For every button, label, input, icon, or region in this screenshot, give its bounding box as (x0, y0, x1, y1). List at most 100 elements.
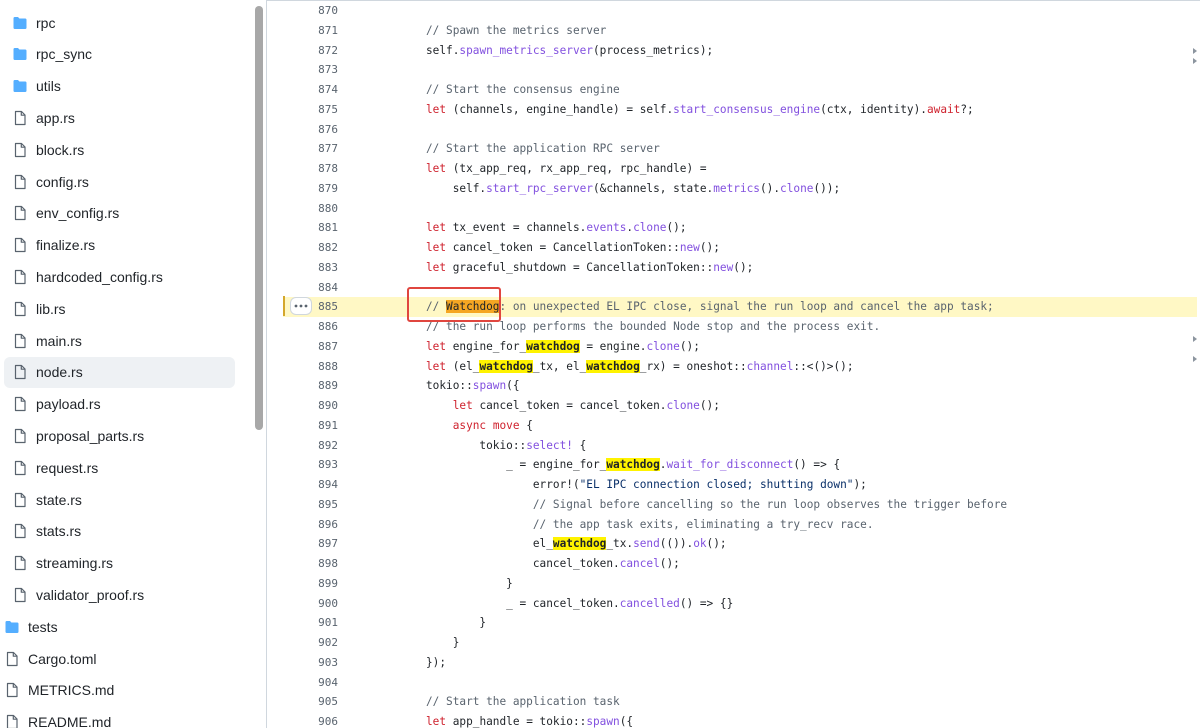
file-icon (12, 142, 28, 158)
file-item-metrics-md[interactable]: METRICS.md (0, 675, 235, 706)
line-code: tokio::select! { (426, 438, 587, 452)
line-number[interactable]: 876 (283, 120, 338, 140)
code-line: 894 error!("EL IPC connection closed; sh… (283, 475, 1197, 495)
tree-item-label: state.rs (36, 491, 82, 508)
file-icon (4, 714, 20, 728)
code-line: 877 // Start the application RPC server (283, 139, 1197, 159)
line-number[interactable]: 884 (283, 278, 338, 298)
line-number[interactable]: 895 (283, 495, 338, 515)
folder-item-rpc-sync[interactable]: rpc_sync (4, 39, 235, 70)
tree-item-label: validator_proof.rs (36, 586, 145, 603)
code-line: 873 (283, 60, 1197, 80)
line-number[interactable]: 893 (283, 455, 338, 475)
code-line: 900 _ = cancel_token.cancelled() => {} (283, 594, 1197, 614)
line-code: async move { (452, 418, 533, 432)
line-number[interactable]: 898 (283, 554, 338, 574)
sidebar-scrollbar-thumb[interactable] (255, 6, 263, 430)
line-number[interactable]: 899 (283, 574, 338, 594)
folder-item-tests[interactable]: tests (0, 611, 235, 642)
code-line: 888 let (el_watchdog_tx, el_watchdog_rx) … (283, 357, 1197, 377)
file-item-app-rs[interactable]: app.rs (4, 102, 235, 133)
folder-icon (12, 46, 28, 62)
file-item-cargo-toml[interactable]: Cargo.toml (0, 643, 235, 674)
tree-item-label: Cargo.toml (28, 650, 97, 667)
line-code: let (channels, engine_handle) = self.sta… (426, 102, 974, 116)
line-number[interactable]: 891 (283, 416, 338, 436)
tree-item-label: hardcoded_config.rs (36, 268, 163, 285)
tree-item-label: utils (36, 78, 61, 95)
line-code: let app_handle = tokio::spawn({ (426, 715, 634, 728)
folder-item-rpc[interactable]: rpc (4, 7, 235, 38)
line-number[interactable]: 906 (283, 712, 338, 728)
highlighted-line-marker (283, 296, 285, 316)
file-item-payload-rs[interactable]: payload.rs (4, 389, 235, 420)
line-number[interactable]: 870 (283, 1, 338, 21)
code-line: 895 // Signal before cancelling so the r… (283, 495, 1197, 515)
line-number[interactable]: 902 (283, 633, 338, 653)
line-number[interactable]: 888 (283, 357, 338, 377)
line-number[interactable]: 892 (283, 436, 338, 456)
tree-item-label: env_config.rs (36, 205, 120, 222)
code-line: 875 let (channels, engine_handle) = self.… (283, 100, 1197, 120)
file-item-readme-md[interactable]: README.md (0, 707, 235, 728)
sidebar-scrollbar[interactable] (252, 6, 266, 728)
folder-icon (12, 78, 28, 94)
line-number[interactable]: 883 (283, 258, 338, 278)
line-number[interactable]: 879 (283, 179, 338, 199)
tree-item-label: METRICS.md (28, 682, 115, 699)
line-number[interactable]: 901 (283, 613, 338, 633)
line-number[interactable]: 887 (283, 337, 338, 357)
line-number[interactable]: 872 (283, 41, 338, 61)
line-number[interactable]: 875 (283, 100, 338, 120)
line-number[interactable]: 878 (283, 159, 338, 179)
file-item-request-rs[interactable]: request.rs (4, 452, 235, 483)
line-number[interactable]: 890 (283, 396, 338, 416)
pane-resize-handle[interactable] (266, 0, 267, 728)
file-icon (12, 523, 28, 539)
tree-item-label: lib.rs (36, 300, 66, 317)
code-scrollbar[interactable] (1190, 0, 1200, 728)
line-number[interactable]: 894 (283, 475, 338, 495)
file-item-streaming-rs[interactable]: streaming.rs (4, 548, 235, 579)
line-number[interactable]: 886 (283, 317, 338, 337)
folder-item-utils[interactable]: utils (4, 71, 235, 102)
line-number[interactable]: 896 (283, 515, 338, 535)
code-line: 879 self.start_rpc_server(&channels, sta… (283, 179, 1197, 199)
code-line: 906 let app_handle = tokio::spawn({ (283, 712, 1197, 728)
file-item-main-rs[interactable]: main.rs (4, 325, 235, 356)
line-number[interactable]: 874 (283, 80, 338, 100)
file-item-lib-rs[interactable]: lib.rs (4, 293, 235, 324)
file-item-validator-proof-rs[interactable]: validator_proof.rs (4, 579, 235, 610)
file-item-node-rs[interactable]: node.rs (4, 356, 235, 388)
line-number[interactable]: 881 (283, 218, 338, 238)
file-item-env-config-rs[interactable]: env_config.rs (4, 198, 235, 229)
line-number[interactable]: 904 (283, 673, 338, 693)
code-line: 890 let cancel_token = cancel_token.clon… (283, 396, 1197, 416)
file-item-stats-rs[interactable]: stats.rs (4, 516, 235, 547)
line-number[interactable]: 889 (283, 376, 338, 396)
file-icon (12, 587, 28, 603)
file-icon (12, 301, 28, 317)
tree-item-label: finalize.rs (36, 237, 96, 254)
line-number[interactable]: 897 (283, 534, 338, 554)
line-number[interactable]: 873 (283, 60, 338, 80)
line-number[interactable]: 903 (283, 653, 338, 673)
line-number[interactable]: 877 (283, 139, 338, 159)
code-line: 878 let (tx_app_req, rx_app_req, rpc_hand… (283, 159, 1197, 179)
code-line: 887 let engine_for_watchdog = engine.clon… (283, 337, 1197, 357)
file-item-proposal-parts-rs[interactable]: proposal_parts.rs (4, 420, 235, 451)
line-number[interactable]: 871 (283, 21, 338, 41)
line-number[interactable]: 880 (283, 199, 338, 219)
tree-item-label: main.rs (36, 332, 82, 349)
line-number[interactable]: 882 (283, 238, 338, 258)
file-item-finalize-rs[interactable]: finalize.rs (4, 230, 235, 261)
file-item-state-rs[interactable]: state.rs (4, 484, 235, 515)
line-number[interactable]: 900 (283, 594, 338, 614)
file-item-hardcoded-config-rs[interactable]: hardcoded_config.rs (4, 261, 235, 292)
file-item-config-rs[interactable]: config.rs (4, 166, 235, 197)
line-number[interactable]: 905 (283, 692, 338, 712)
file-item-block-rs[interactable]: block.rs (4, 134, 235, 165)
line-actions-button[interactable] (290, 297, 312, 315)
tree-item-label: streaming.rs (36, 555, 114, 572)
tree-item-label: proposal_parts.rs (36, 427, 145, 444)
